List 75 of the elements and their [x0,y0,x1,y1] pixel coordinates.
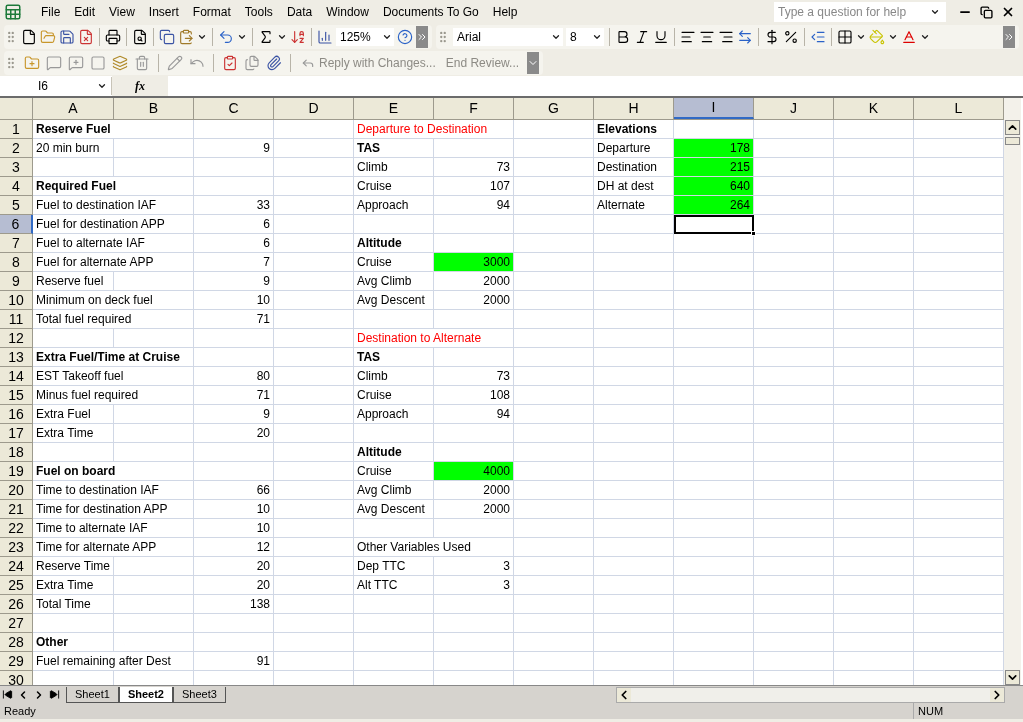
row-header[interactable]: 29 [0,652,33,671]
row-header[interactable]: 14 [0,367,33,386]
row-header[interactable]: 23 [0,538,33,557]
column-header[interactable]: A [33,98,114,119]
row-header[interactable]: 5 [0,196,33,215]
menu-item[interactable]: View [102,3,142,21]
row-header[interactable]: 20 [0,481,33,500]
menu-item[interactable]: Documents To Go [375,3,486,21]
cell-text: Extra Fuel/Time at Cruise [33,348,183,366]
row-header[interactable]: 7 [0,234,33,253]
menu-item[interactable]: Format [185,3,238,21]
sheet-tab[interactable]: Sheet1 [66,687,119,703]
column-header[interactable]: K [834,98,914,119]
function-label[interactable]: fx [135,77,145,95]
row-header[interactable]: 12 [0,329,33,348]
sheet-tab[interactable]: Sheet3 [172,687,226,703]
row-header[interactable]: 25 [0,576,33,595]
cell-value: 3000 [482,254,511,271]
menu-item[interactable]: Help [485,3,525,21]
row-header[interactable]: 18 [0,443,33,462]
cell-text: Time to destination IAF [33,481,162,499]
font-dropdown[interactable]: Arial [453,28,563,46]
menu-item[interactable]: Window [319,3,376,21]
row-header[interactable]: 4 [0,177,33,196]
row-header[interactable]: 11 [0,310,33,329]
row-header[interactable]: 28 [0,633,33,652]
column-header[interactable]: F [434,98,514,119]
row-header[interactable]: 22 [0,519,33,538]
row-header[interactable]: 10 [0,291,33,310]
cell-text: Fuel to alternate IAF [33,234,148,252]
row-header[interactable]: 13 [0,348,33,367]
cell-text: Time to alternate IAF [33,519,151,537]
column-header[interactable]: C [194,98,274,119]
column-header[interactable]: B [114,98,194,119]
row-header[interactable]: 6 [0,215,33,234]
sheet-tab[interactable]: Sheet2 [118,687,173,703]
row-header[interactable]: 2 [0,139,33,158]
menu-item[interactable]: File [34,3,68,21]
status-indicator: NUM [913,702,983,720]
row-header[interactable]: 19 [0,462,33,481]
menu-item[interactable]: Insert [141,3,186,21]
status-text: Ready [4,703,37,719]
row-header[interactable]: 21 [0,500,33,519]
row-header[interactable]: 15 [0,386,33,405]
help-search-box[interactable]: Type a question for help [774,2,946,22]
column-header[interactable]: G [514,98,594,119]
cell-value: 4000 [482,463,511,480]
cell-value: 215 [728,159,751,176]
font-size-dropdown[interactable]: 8 [566,28,604,46]
cell-value: 264 [728,197,751,214]
menu-item[interactable]: Tools [237,3,280,21]
cell-value: 178 [728,140,751,157]
row-header[interactable]: 30 [0,671,33,685]
column-header[interactable]: D [274,98,354,119]
cell-value: 640 [728,178,751,195]
row-header[interactable]: 1 [0,120,33,139]
menu-item[interactable]: Edit [67,3,103,21]
row-header[interactable]: 8 [0,253,33,272]
zoom-dropdown[interactable]: 125% [336,28,394,46]
cell-text: Reserve Fuel [33,120,114,138]
row-header[interactable]: 9 [0,272,33,291]
cell-text: Fuel for destination APP [33,215,168,233]
column-header[interactable]: E [354,98,434,119]
cell-text: Required Fuel [33,177,119,195]
menu-item[interactable]: Data [279,3,320,21]
row-header[interactable]: 26 [0,595,33,614]
row-header[interactable]: 17 [0,424,33,443]
cell-text: Fuel remaining after Dest [33,652,174,670]
row-header[interactable]: 24 [0,557,33,576]
row-header[interactable]: 3 [0,158,33,177]
column-header[interactable]: J [754,98,834,119]
row-header[interactable]: 16 [0,405,33,424]
column-header[interactable]: I [674,98,754,119]
cell-text: Other Variables Used [354,538,474,556]
row-header[interactable]: 27 [0,614,33,633]
